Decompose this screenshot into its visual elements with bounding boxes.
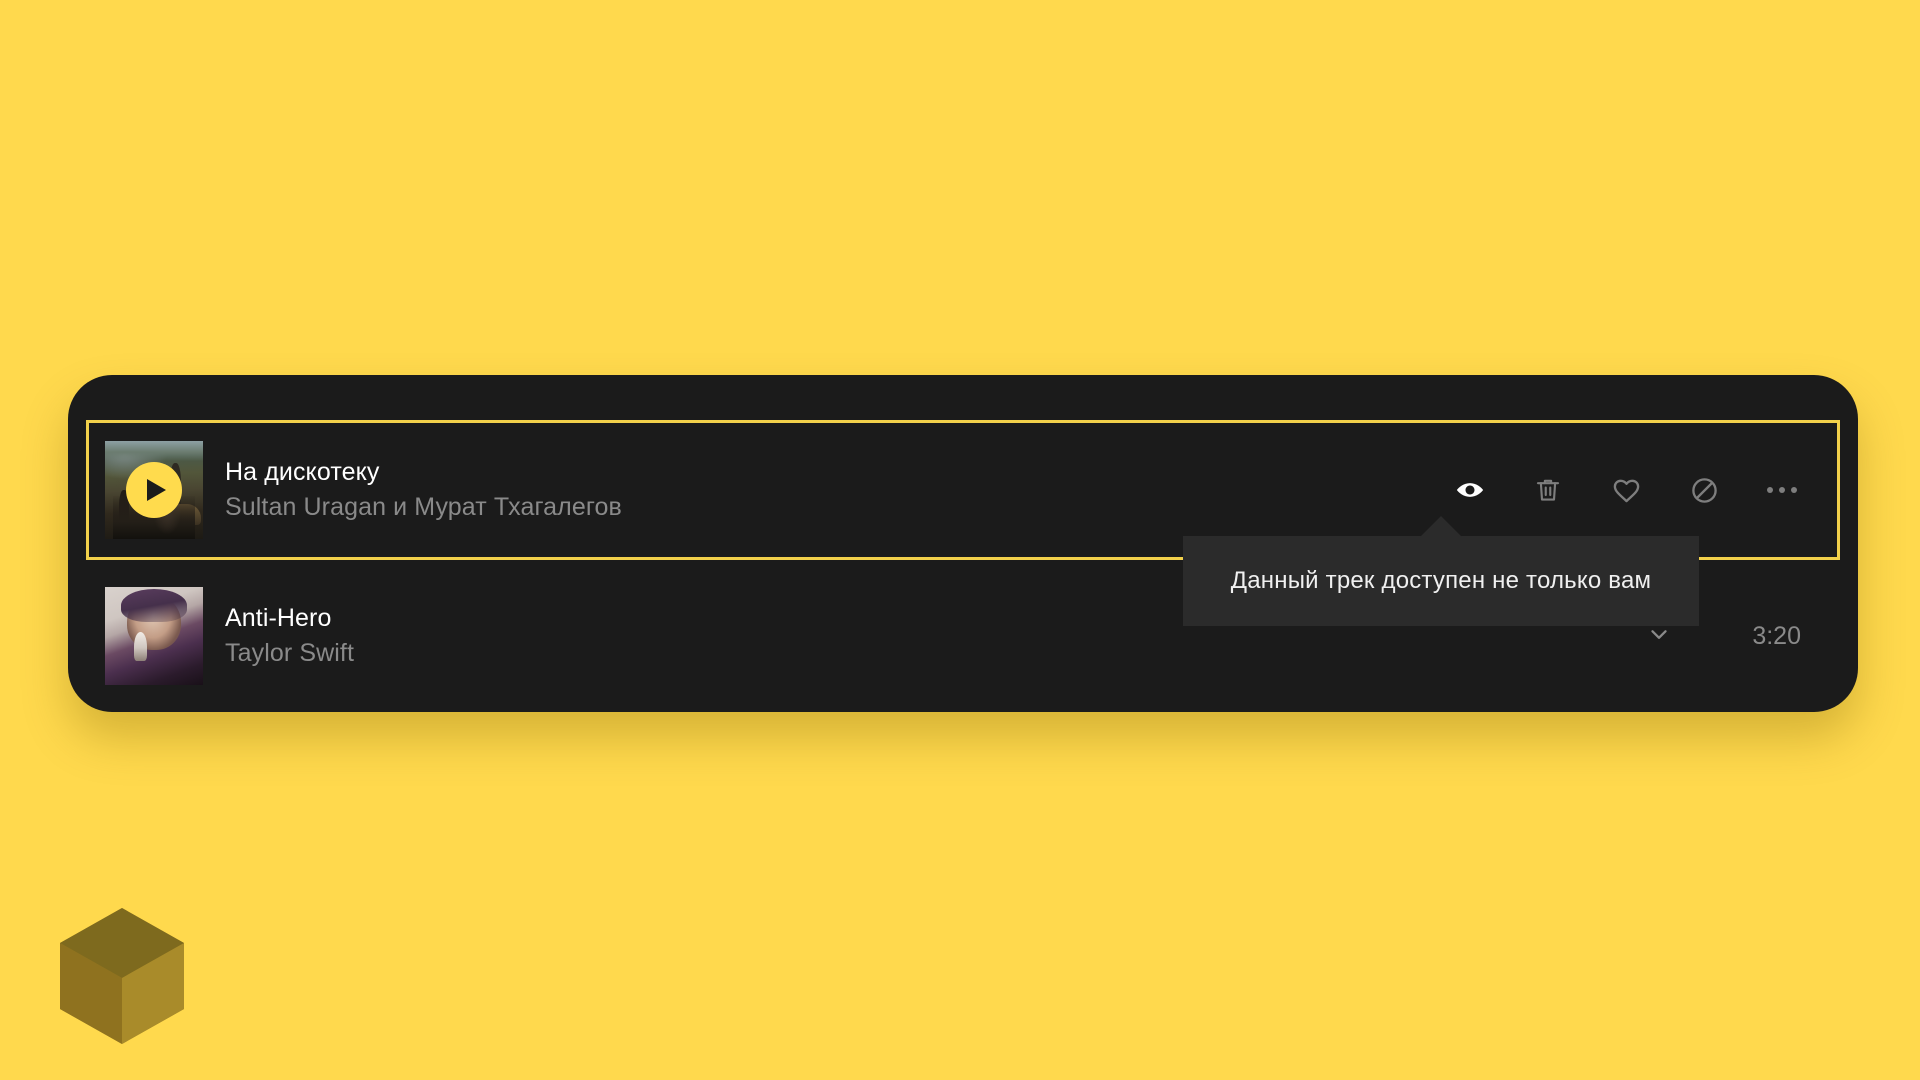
track-actions	[1451, 471, 1801, 509]
delete-track-button[interactable]	[1529, 471, 1567, 509]
block-track-button[interactable]	[1685, 471, 1723, 509]
track-meta: На дискотеку Sultan Uragan и Мурат Тхага…	[225, 458, 622, 522]
track-title: Anti-Hero	[225, 604, 332, 632]
eye-icon	[1455, 475, 1485, 505]
cover-microphone	[134, 632, 148, 662]
track-duration: 3:20	[1752, 621, 1801, 650]
more-options-button[interactable]	[1763, 471, 1801, 509]
cube-logo	[58, 906, 186, 1046]
track-artist: Sultan Uragan и Мурат Тхагалегов	[225, 492, 622, 521]
visibility-toggle-button[interactable]	[1451, 471, 1489, 509]
album-cover	[105, 441, 203, 539]
block-icon	[1689, 475, 1720, 506]
more-dots-icon	[1767, 487, 1797, 493]
track-meta: Anti-Hero Taylor Swift	[225, 604, 354, 668]
like-track-button[interactable]	[1607, 471, 1645, 509]
track-artist: Taylor Swift	[225, 638, 355, 667]
heart-icon	[1611, 475, 1642, 506]
tooltip-arrow	[1420, 516, 1462, 537]
track-title: На дискотеку	[225, 458, 380, 486]
play-button[interactable]	[126, 462, 182, 518]
tooltip-text: Данный трек доступен не только вам	[1230, 567, 1652, 594]
album-cover	[105, 587, 203, 685]
tooltip: Данный трек доступен не только вам	[1183, 536, 1699, 626]
play-icon	[147, 479, 166, 501]
trash-icon	[1533, 475, 1563, 505]
